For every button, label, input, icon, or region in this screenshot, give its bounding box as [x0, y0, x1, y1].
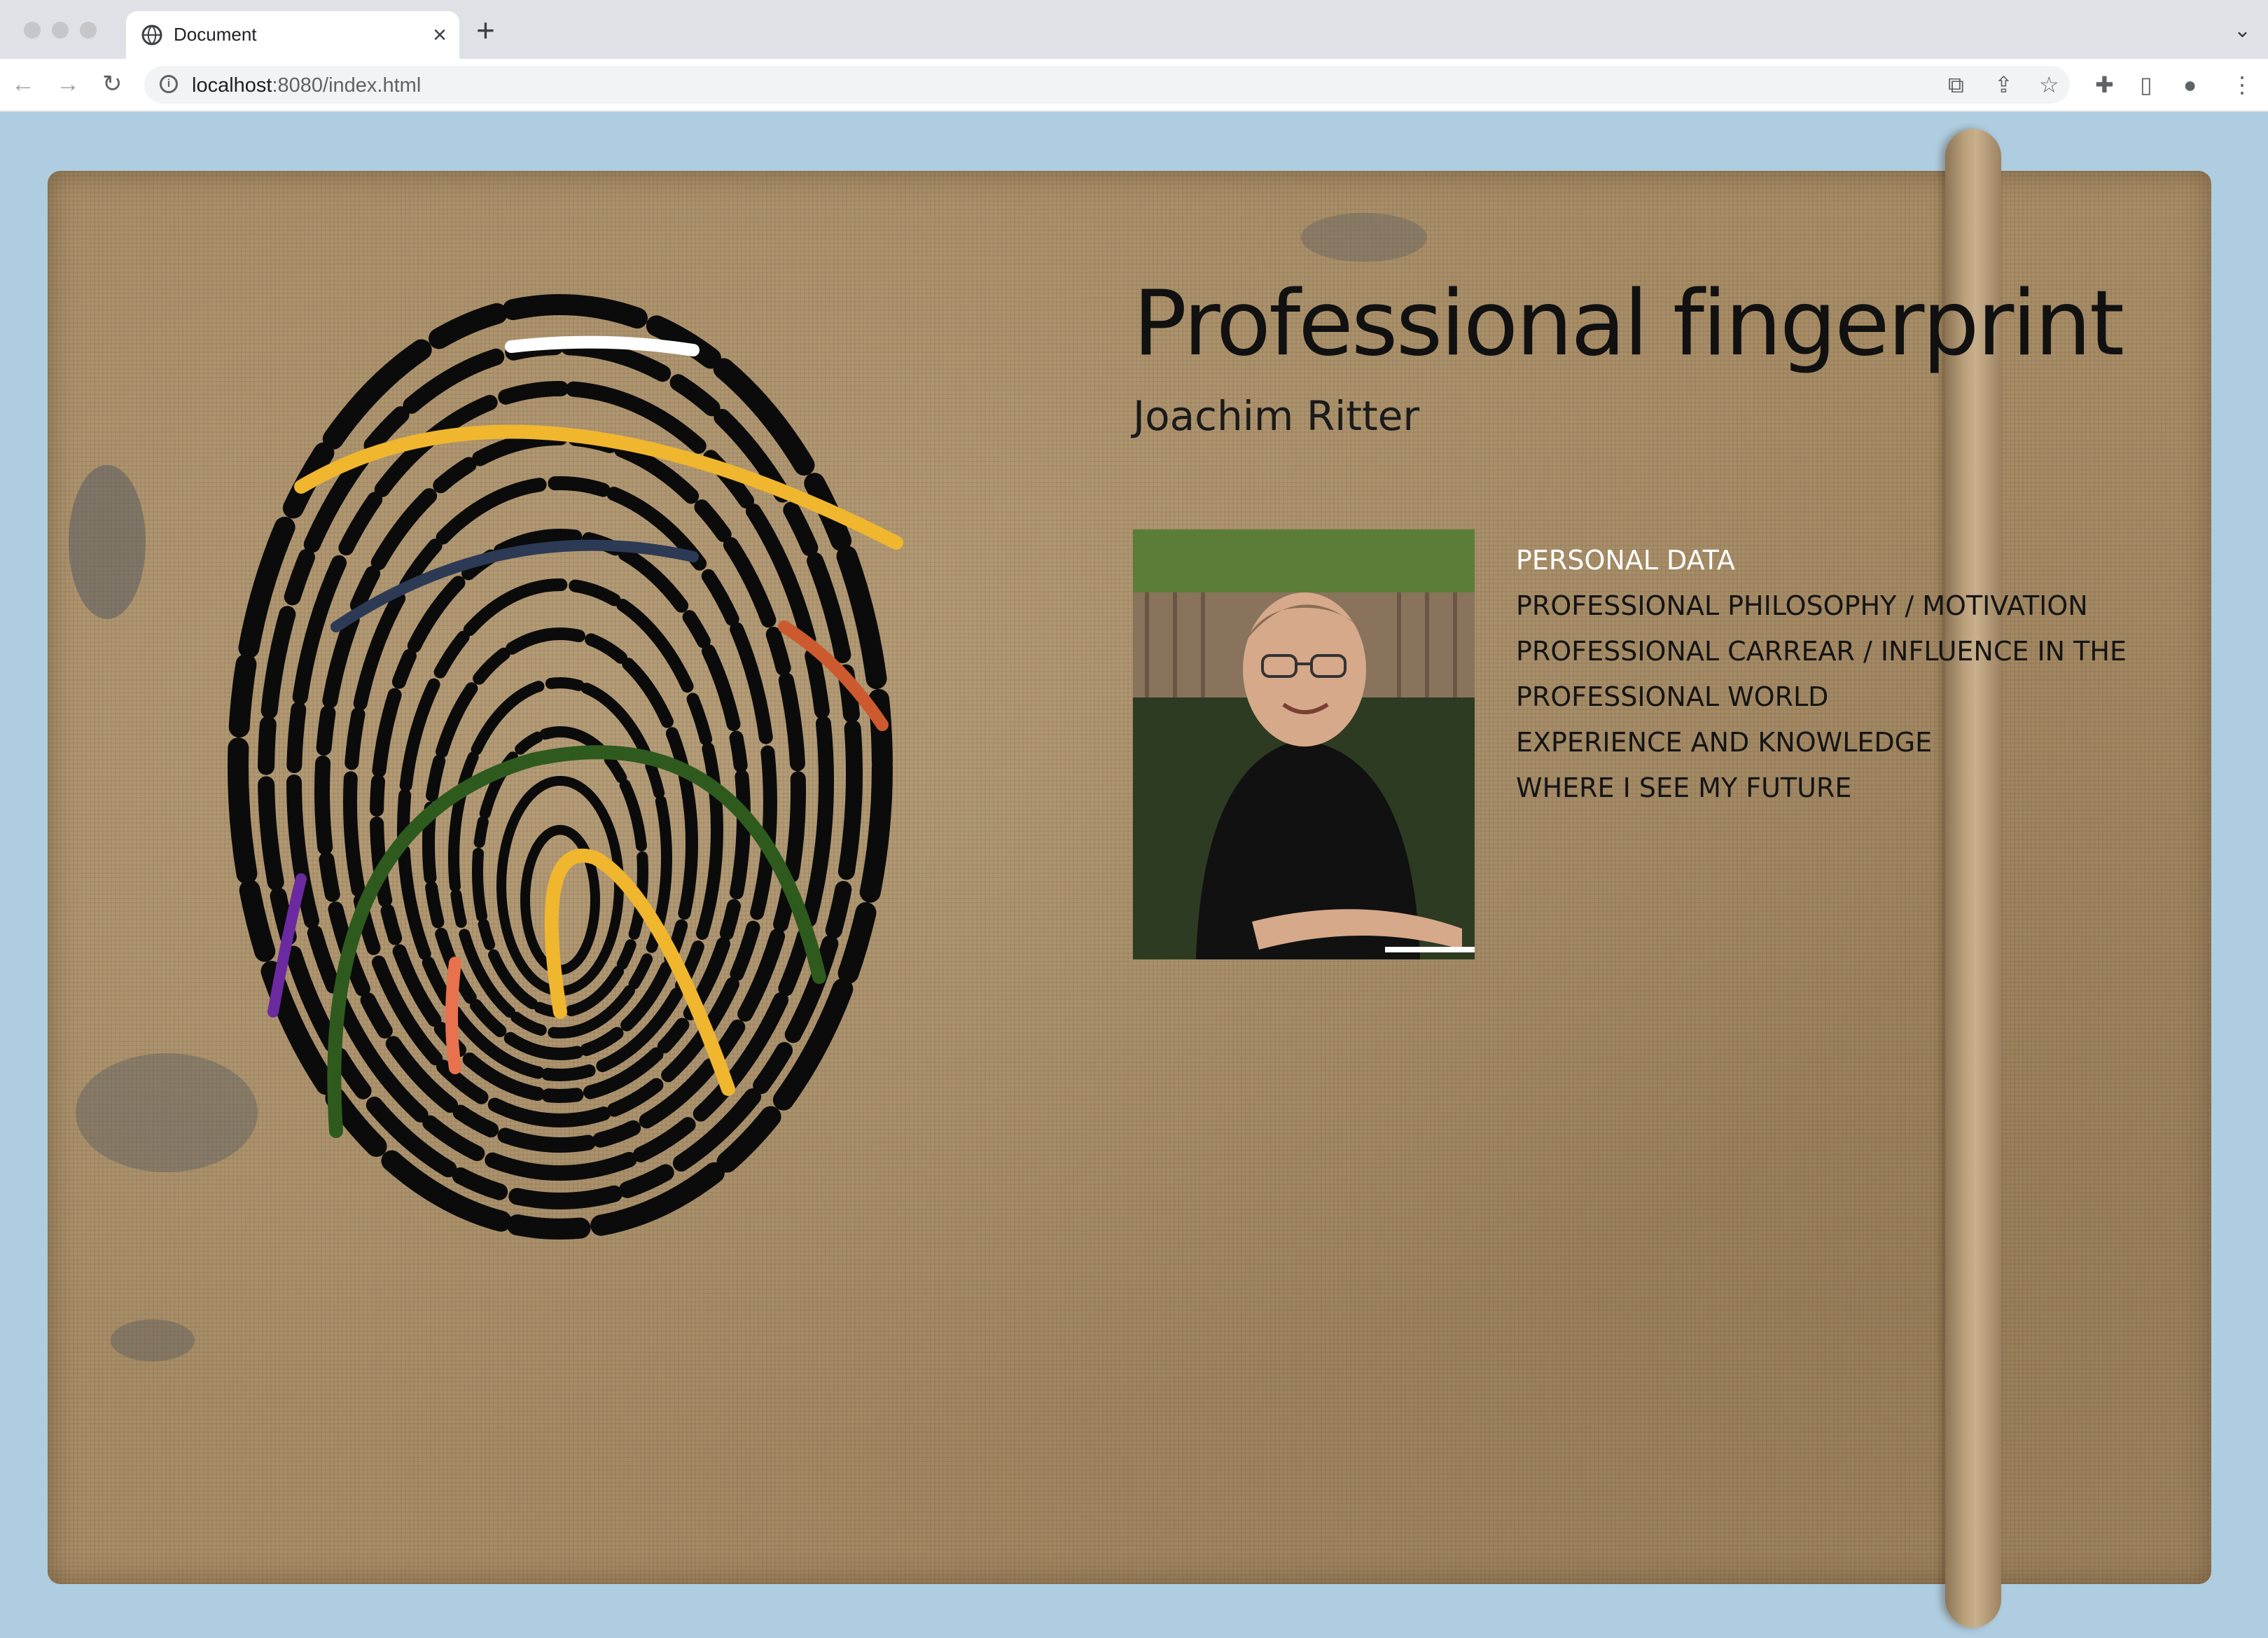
- menu-item-future[interactable]: Where I see my future: [1516, 765, 2127, 811]
- globe-icon: [141, 25, 162, 46]
- back-icon[interactable]: ←: [11, 70, 35, 98]
- chevron-down-icon[interactable]: ⌄: [2234, 18, 2251, 43]
- side-panel-icon[interactable]: ▯: [2140, 71, 2152, 98]
- extensions-icon[interactable]: ✚: [2095, 71, 2114, 98]
- stain-mark: [69, 465, 146, 619]
- section-menu: Personal data Professional philosophy / …: [1516, 538, 2127, 811]
- profile-avatar-icon[interactable]: ●: [2183, 71, 2197, 98]
- bookmark-star-icon[interactable]: ☆: [2039, 71, 2059, 98]
- window-zoom-dot[interactable]: [80, 22, 97, 39]
- menu-item-professional-philosophy[interactable]: Professional philosophy / motivation: [1516, 583, 2127, 629]
- stain-mark: [111, 1319, 195, 1361]
- stain-mark: [1301, 213, 1427, 262]
- portrait-image: [1133, 529, 1475, 959]
- author-name: Joachim Ritter: [1133, 392, 1420, 440]
- forward-icon[interactable]: →: [56, 70, 80, 98]
- browser-toolbar: ← → ↻ i localhost:8080/index.html ⧉ ⇪ ☆ …: [0, 59, 2268, 112]
- more-menu-icon[interactable]: ⋮: [2231, 71, 2253, 98]
- fingerprint-illustration: [228, 294, 903, 1240]
- address-bar[interactable]: i localhost:8080/index.html: [144, 66, 2070, 104]
- menu-item-professional-career-cont[interactable]: professional world: [1516, 674, 2127, 720]
- tab-title: Document: [174, 24, 257, 45]
- info-icon[interactable]: i: [160, 75, 178, 93]
- url-text[interactable]: localhost:8080/index.html: [192, 74, 421, 97]
- browser-tab-strip: Document × + ⌄: [0, 0, 2268, 59]
- window-minimize-dot[interactable]: [52, 22, 69, 39]
- page-title: Professional fingerprint: [1133, 272, 2124, 376]
- browser-tab-active[interactable]: Document ×: [126, 11, 459, 59]
- reload-icon[interactable]: ↻: [102, 70, 123, 98]
- close-icon[interactable]: ×: [433, 21, 447, 49]
- menu-item-professional-career[interactable]: Professional carrear / influence in the: [1516, 629, 2127, 674]
- share-icon[interactable]: ⇪: [1994, 71, 2013, 98]
- menu-item-personal-data[interactable]: Personal data: [1516, 538, 2127, 583]
- window-close-dot[interactable]: [24, 22, 41, 39]
- portrait-photo: [1133, 529, 1475, 959]
- page-viewport: Professional fingerprint Joachim Ritter: [0, 112, 2268, 1638]
- translate-icon[interactable]: ⧉: [1948, 71, 1964, 98]
- new-tab-icon[interactable]: +: [476, 14, 495, 46]
- menu-item-experience[interactable]: Experience and knowledge: [1516, 720, 2127, 765]
